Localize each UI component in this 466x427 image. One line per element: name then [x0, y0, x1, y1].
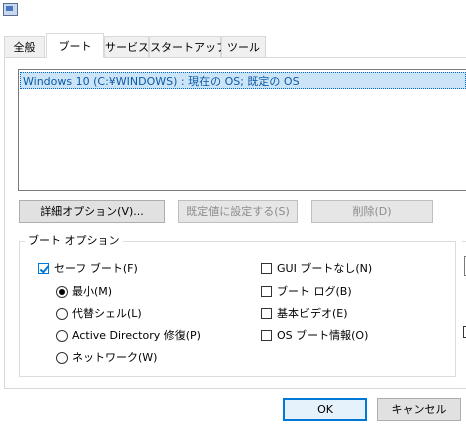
radio-icon	[56, 352, 68, 364]
tab-tools[interactable]: ツール	[221, 36, 266, 57]
no-gui-boot-label: GUI ブートなし(N)	[277, 262, 373, 275]
cancel-button[interactable]: キャンセル	[377, 398, 461, 421]
tab-services[interactable]: サービス	[104, 36, 149, 57]
checkbox-icon	[261, 286, 272, 297]
checkbox-icon	[261, 263, 272, 274]
ok-button[interactable]: OK	[283, 398, 367, 421]
list-item[interactable]: Windows 10 (C:¥WINDOWS) : 現在の OS; 既定の OS	[20, 72, 466, 89]
delete-button[interactable]: 削除(D)	[311, 200, 433, 223]
timeout-group-edge	[462, 241, 466, 242]
checkbox-icon	[261, 330, 272, 341]
radio-selected-icon	[56, 286, 68, 298]
tab-boot[interactable]: ブート	[46, 33, 104, 58]
os-boot-info-label: OS ブート情報(O)	[277, 329, 369, 342]
radio-icon	[56, 330, 68, 342]
network-label: ネットワーク(W)	[72, 351, 158, 364]
minimal-label: 最小(M)	[72, 285, 113, 298]
set-default-button[interactable]: 既定値に設定する(S)	[178, 200, 298, 223]
boot-log-label: ブート ログ(B)	[277, 285, 352, 298]
checkbox-checked-icon	[38, 263, 49, 274]
safe-boot-label: セーフ ブート(F)	[54, 262, 138, 275]
base-video-label: 基本ビデオ(E)	[277, 307, 348, 320]
tab-general[interactable]: 全般	[4, 36, 45, 57]
radio-icon	[56, 308, 68, 320]
app-icon	[3, 3, 18, 16]
checkbox-icon	[261, 308, 272, 319]
advanced-options-button[interactable]: 詳細オプション(V)...	[19, 200, 165, 223]
alternate-shell-label: 代替シェル(L)	[72, 307, 142, 320]
boot-entries-list[interactable]: Windows 10 (C:¥WINDOWS) : 現在の OS; 既定の OS	[18, 69, 466, 191]
tab-startup[interactable]: スタートアップ	[149, 36, 227, 57]
boot-options-title: ブート オプション	[25, 234, 123, 248]
active-directory-label: Active Directory 修復(P)	[72, 329, 201, 342]
